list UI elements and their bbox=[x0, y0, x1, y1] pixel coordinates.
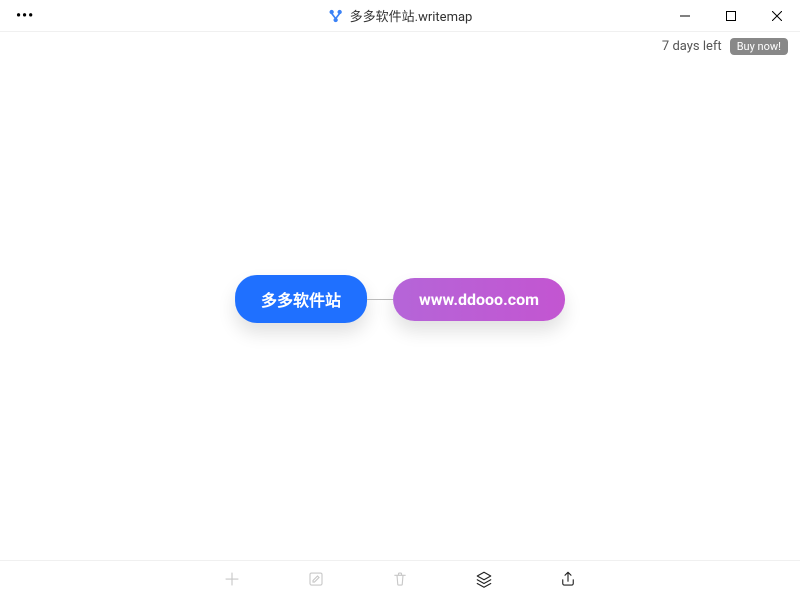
edit-button[interactable] bbox=[304, 569, 328, 593]
titlebar-center: 多多软件站.writemap bbox=[328, 6, 473, 25]
window-maximize-button[interactable] bbox=[708, 0, 754, 31]
mindmap: 多多软件站 www.ddooo.com bbox=[235, 275, 565, 323]
plus-icon bbox=[223, 570, 241, 592]
window-minimize-button[interactable] bbox=[662, 0, 708, 31]
trash-icon bbox=[391, 570, 409, 592]
share-button[interactable] bbox=[556, 569, 580, 593]
edit-icon bbox=[307, 570, 325, 592]
titlebar: ••• 多多软件站.writemap bbox=[0, 0, 800, 32]
delete-button[interactable] bbox=[388, 569, 412, 593]
layers-icon bbox=[475, 570, 493, 592]
mindmap-root-node[interactable]: 多多软件站 bbox=[235, 275, 367, 323]
trial-days-left: 7 days left bbox=[662, 39, 722, 54]
mindmap-canvas[interactable]: 多多软件站 www.ddooo.com bbox=[0, 55, 800, 560]
layers-button[interactable] bbox=[472, 569, 496, 593]
mindmap-child-node[interactable]: www.ddooo.com bbox=[393, 278, 565, 321]
buy-now-button[interactable]: Buy now! bbox=[730, 38, 788, 55]
app-icon bbox=[328, 8, 344, 24]
window-close-button[interactable] bbox=[754, 0, 800, 31]
bottom-toolbar bbox=[0, 560, 800, 600]
trial-bar: 7 days left Buy now! bbox=[0, 32, 800, 55]
mindmap-edge bbox=[367, 299, 393, 300]
window-controls bbox=[662, 0, 800, 31]
share-icon bbox=[559, 570, 577, 592]
add-button[interactable] bbox=[220, 569, 244, 593]
more-menu-button[interactable]: ••• bbox=[12, 4, 38, 28]
titlebar-left: ••• bbox=[12, 4, 38, 28]
document-title: 多多软件站.writemap bbox=[350, 6, 473, 25]
